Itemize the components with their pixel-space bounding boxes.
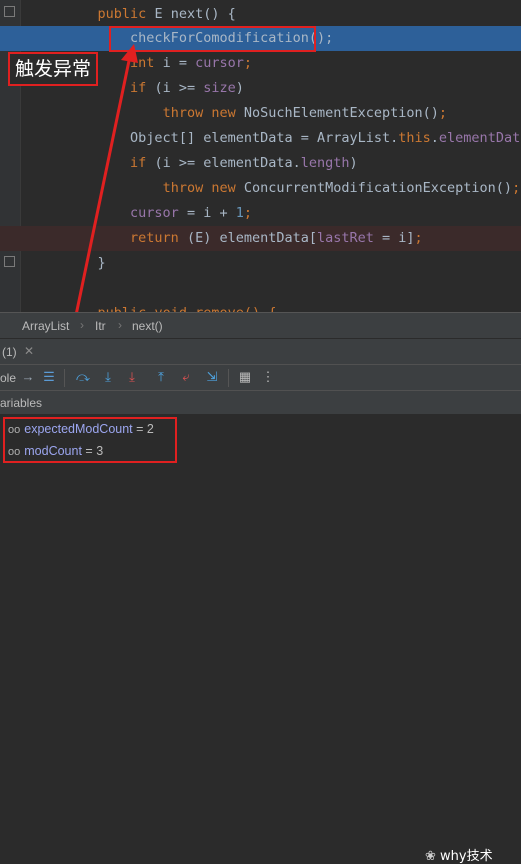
- variables-panel: oo expectedModCount = 2 oo modCount = 3 ❀ …: [0, 414, 521, 864]
- breadcrumb-method[interactable]: next(): [132, 319, 163, 333]
- breadcrumb: ArrayList › Itr › next(): [0, 312, 521, 339]
- watermark: ❀ why技术: [425, 845, 493, 864]
- list-icon[interactable]: ☰: [41, 369, 57, 385]
- run-to-cursor-icon[interactable]: ⇲: [204, 369, 220, 385]
- breadcrumb-inner-class[interactable]: Itr: [95, 319, 106, 333]
- watermark-text: why技术: [440, 849, 493, 864]
- evaluate-expression-icon[interactable]: ▦: [237, 369, 253, 385]
- step-over-icon[interactable]: ⤼: [75, 369, 91, 385]
- toolbar-divider: [64, 369, 65, 387]
- variables-header: ariables: [0, 390, 521, 415]
- console-tab[interactable]: ole: [0, 371, 16, 385]
- step-into-icon[interactable]: ⤓: [100, 369, 116, 385]
- variables-title: ariables: [0, 396, 43, 410]
- annotation-label: 触发异常: [8, 52, 98, 86]
- breadcrumb-class[interactable]: ArrayList: [22, 319, 69, 333]
- debug-tab-bar: (1) ✕: [0, 338, 521, 365]
- breadcrumb-separator: ›: [118, 318, 122, 332]
- wechat-icon: ❀: [425, 849, 441, 864]
- breadcrumb-separator: ›: [80, 318, 84, 332]
- drop-frame-icon[interactable]: ⤶: [178, 369, 194, 385]
- toolbar-divider: [228, 369, 229, 387]
- restore-layout-icon[interactable]: →: [20, 369, 36, 385]
- highlight-box-variables: [3, 417, 177, 463]
- debug-session-count[interactable]: (1): [2, 345, 17, 359]
- settings-icon[interactable]: ⋮: [260, 369, 276, 385]
- step-out-icon[interactable]: ⤒: [153, 369, 169, 385]
- force-step-into-icon[interactable]: ⤓: [124, 369, 140, 385]
- debug-toolbar: ole → ☰ ⤼ ⤓ ⤓ ⤒ ⤶ ⇲ ▦ ⋮: [0, 364, 521, 391]
- close-icon[interactable]: ✕: [24, 344, 34, 358]
